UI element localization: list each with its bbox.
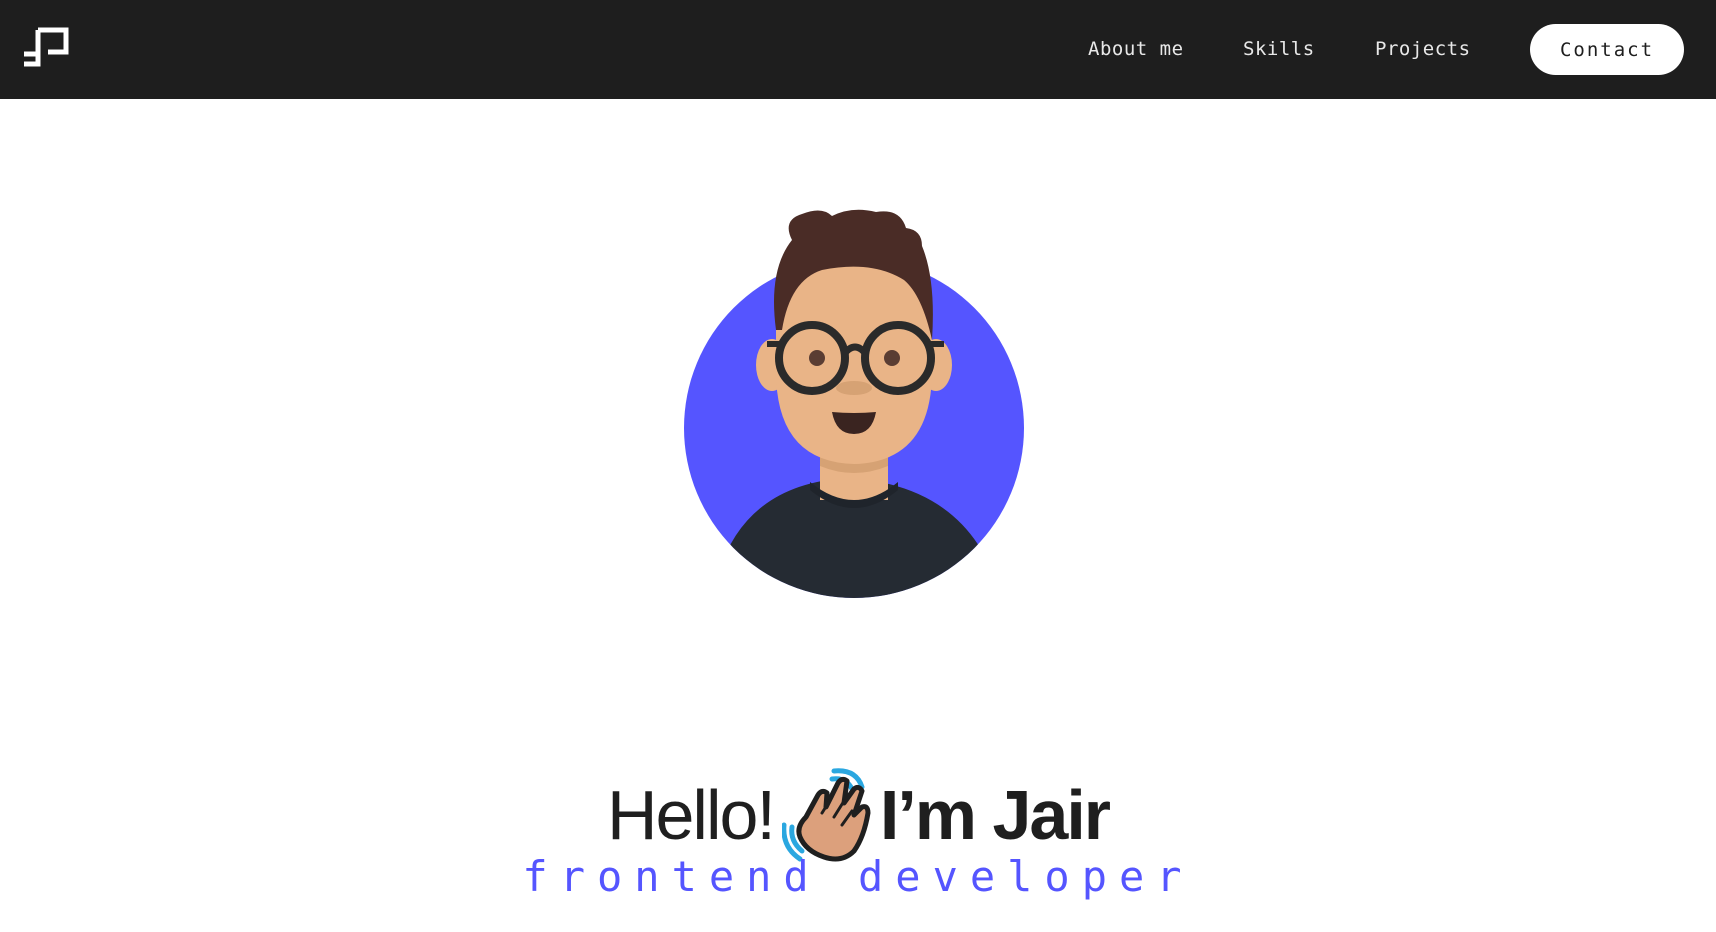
nav-link-skills[interactable]: Skills <box>1243 0 1315 99</box>
waving-hand-icon <box>781 768 871 862</box>
nav-link-about-me[interactable]: About me <box>1088 0 1184 99</box>
nav-link-projects[interactable]: Projects <box>1375 0 1471 99</box>
avatar-illustration <box>684 209 1024 598</box>
role-subtitle: frontend developer <box>522 852 1194 901</box>
greeting-text: Hello! <box>606 775 776 854</box>
logo-icon[interactable] <box>20 26 70 68</box>
name-text: I’m Jair <box>879 775 1111 854</box>
top-navbar: About me Skills Projects Contact <box>0 0 1716 99</box>
contact-button[interactable]: Contact <box>1530 24 1684 75</box>
hero-heading: Hello! I’m Jair <box>0 765 1716 865</box>
